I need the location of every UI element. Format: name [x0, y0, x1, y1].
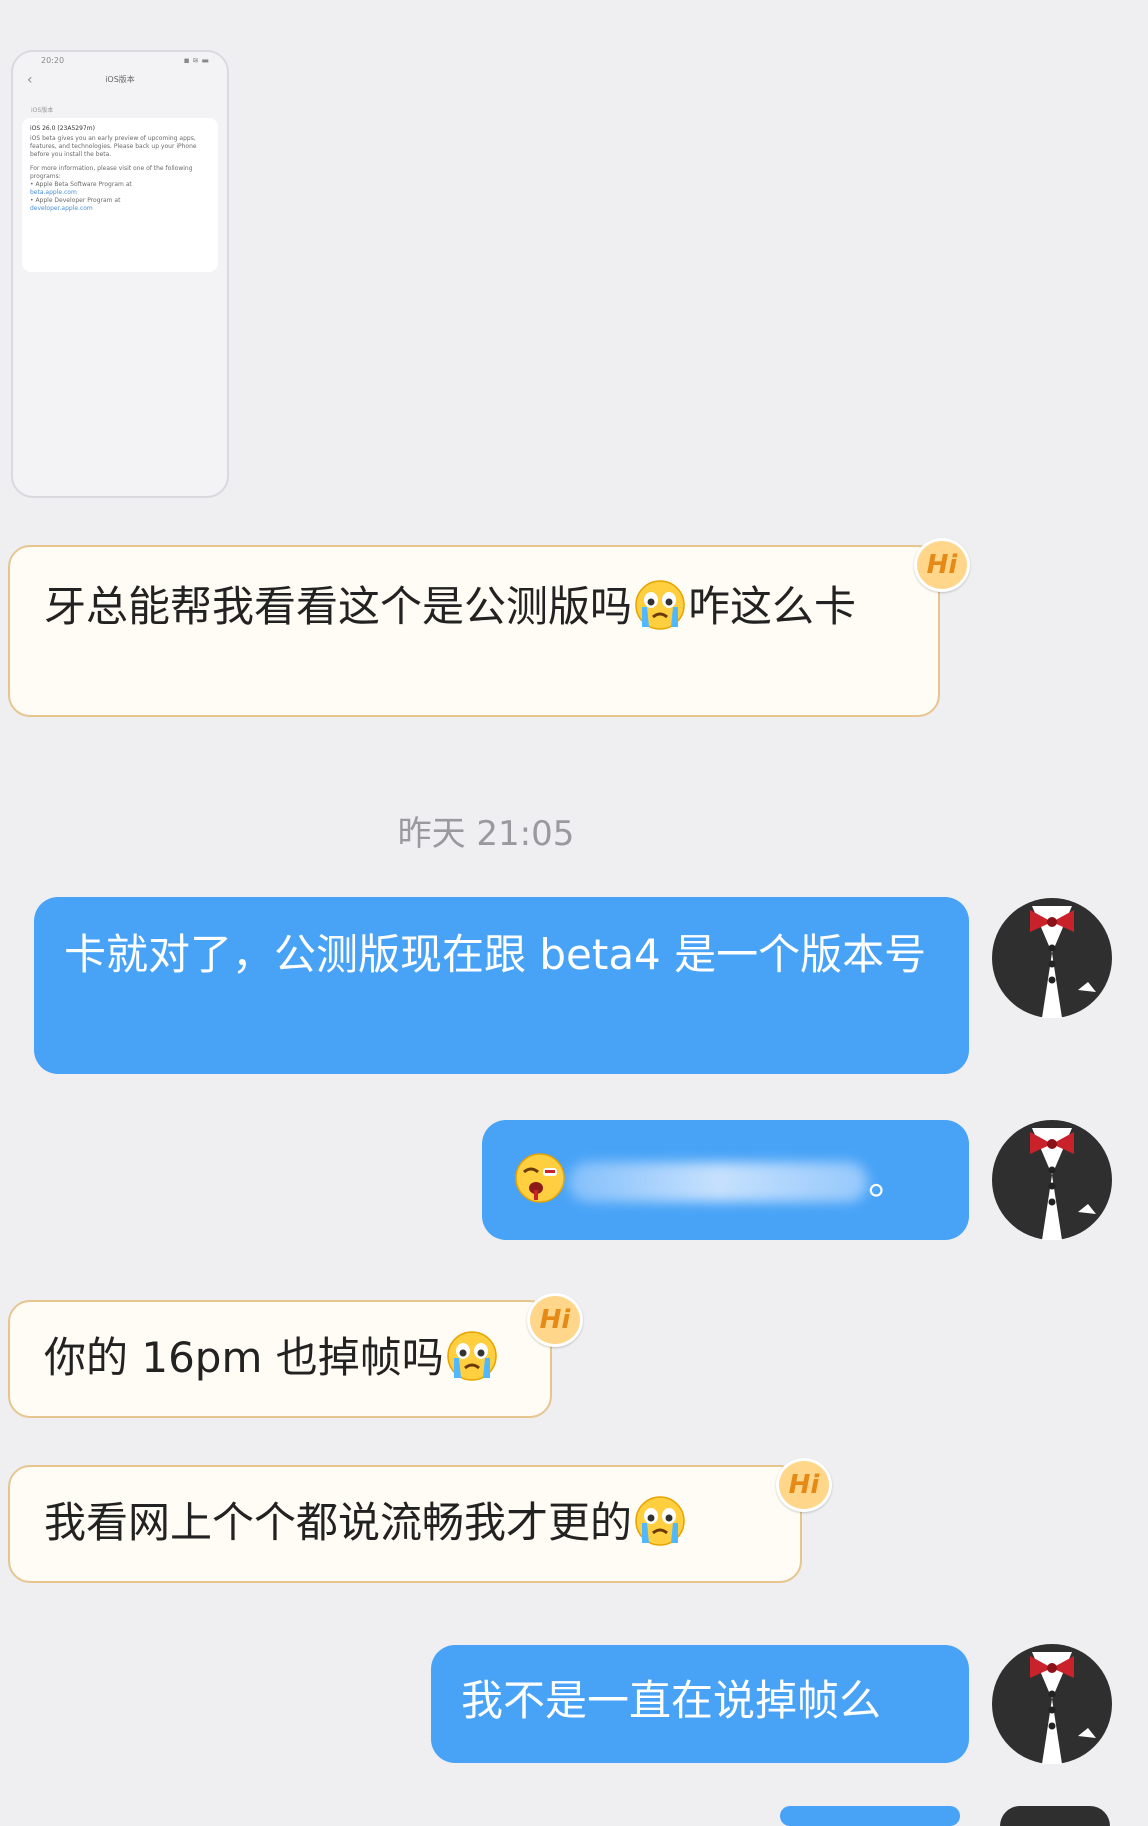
thumbnail-section-label: iOS版本	[31, 107, 54, 114]
message-text: 你的 16pm 也掉帧吗	[44, 1333, 444, 1382]
blurred-text	[568, 1162, 868, 1202]
crying-face-emoji-icon	[446, 1331, 497, 1381]
thumbnail-card: iOS 26.0 (23A5297m) iOS beta gives you a…	[22, 118, 218, 272]
message-text: 牙总能帮我看看这个是公测版吗	[44, 582, 633, 631]
bleeding-face-emoji-icon	[515, 1153, 565, 1203]
thumbnail-status-bar: 20:20 ◾ ≋ ▬	[41, 56, 209, 65]
message-bubble-incoming[interactable]: 牙总能帮我看看这个是公测版吗 咋这么卡	[8, 545, 940, 717]
message-text: 卡就对了，公测版现在跟 beta4 是一个版本号	[64, 930, 927, 979]
message-bubble-incoming[interactable]: 我看网上个个都说流畅我才更的	[8, 1465, 802, 1583]
thumbnail-link-1: beta.apple.com	[30, 189, 77, 196]
thumbnail-status-time: 20:20	[41, 56, 65, 65]
thumbnail-program-2: • Apple Developer Program at	[30, 197, 121, 204]
hi-sticker-icon: Hi	[914, 538, 970, 592]
tuxedo-avatar-icon[interactable]	[992, 898, 1112, 1018]
thumbnail-card-heading: iOS 26.0 (23A5297m)	[30, 125, 95, 132]
message-bubble-outgoing[interactable]: 我不是一直在说掉帧么	[431, 1645, 969, 1763]
message-text-continued: 咋这么卡	[688, 582, 857, 631]
thumbnail-status-icons: ◾ ≋ ▬	[183, 56, 209, 65]
crying-face-emoji-icon	[635, 1496, 685, 1546]
thumbnail-card-body: iOS beta gives you an early preview of u…	[30, 135, 197, 158]
message-bubble-outgoing-partial[interactable]	[780, 1806, 960, 1826]
message-text: 我看网上个个都说流畅我才更的	[44, 1498, 633, 1547]
tuxedo-avatar-icon[interactable]	[992, 1644, 1112, 1764]
tuxedo-avatar-icon[interactable]	[992, 1120, 1112, 1240]
hi-sticker-icon: Hi	[527, 1293, 583, 1347]
thumbnail-title: iOS版本	[105, 75, 135, 84]
timestamp: 昨天 21:05	[397, 814, 575, 854]
hi-sticker-icon: Hi	[776, 1458, 832, 1512]
thumbnail-link-2: developer.apple.com	[30, 205, 93, 212]
tuxedo-avatar-partial-icon	[1000, 1806, 1110, 1826]
received-screenshot-image[interactable]: 20:20 ◾ ≋ ▬ ‹ iOS版本 iOS版本 iOS 26.0 (23A5…	[11, 50, 229, 498]
message-bubble-outgoing[interactable]: 卡就对了，公测版现在跟 beta4 是一个版本号	[34, 897, 969, 1074]
thumbnail-program-1: • Apple Beta Software Program at	[30, 181, 132, 188]
message-bubble-outgoing-blurred[interactable]: 。	[482, 1120, 969, 1240]
message-text-tail: 。	[868, 1155, 911, 1204]
thumbnail-card-info: For more information, please visit one o…	[30, 165, 193, 180]
message-bubble-incoming[interactable]: 你的 16pm 也掉帧吗	[8, 1300, 552, 1418]
message-text: 我不是一直在说掉帧么	[461, 1676, 882, 1725]
crying-face-emoji-icon	[635, 580, 685, 630]
